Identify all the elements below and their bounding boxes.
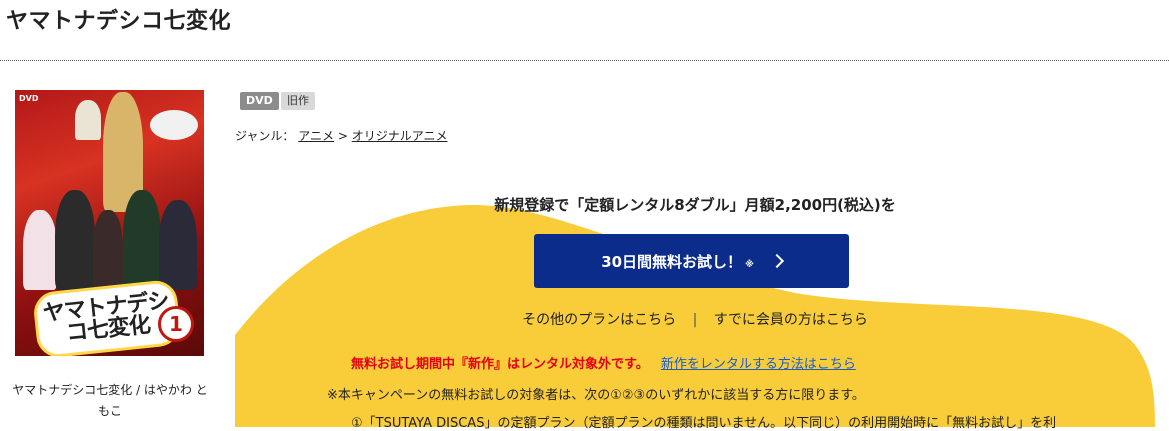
genre-separator: > [337, 129, 348, 143]
campaign-eligibility-note: ※本キャンペーンの無料お試しの対象者は、次の①②③のいずれかに該当する方に限りま… [327, 388, 865, 403]
genre-link-original-anime[interactable]: オリジナルアニメ [352, 129, 448, 143]
genre-link-anime[interactable]: アニメ [298, 129, 334, 143]
page-title: ヤマトナデシコ七変化 [6, 9, 232, 34]
other-plans-link[interactable]: その他のプランはこちら [522, 312, 676, 328]
existing-member-link[interactable]: すでに会員の方はこちら [714, 312, 868, 328]
genre-label: ジャンル： [235, 129, 295, 143]
release-badge-old: 旧作 [281, 92, 315, 110]
new-release-rental-link[interactable]: 新作をレンタルする方法はこちら [661, 357, 856, 372]
cover-character [75, 100, 101, 140]
link-separator: | [692, 312, 698, 328]
free-trial-label: 30日間無料お試し！ [601, 252, 743, 271]
chevron-right-icon [769, 253, 784, 269]
promo-headline: 新規登録で「定額レンタル8ダブル」月額2,200円(税込)を [494, 196, 896, 214]
plan-links: その他のプランはこちら | すでに会員の方はこちら [235, 309, 1155, 329]
free-trial-note-mark: ※ [745, 260, 754, 270]
cover-character [123, 190, 161, 290]
cover-image[interactable]: DVD ヤマトナデシコ七変化 1 [15, 90, 204, 356]
free-trial-button[interactable]: 30日間無料お試し！ ※ [534, 234, 849, 288]
warning-text: 無料お試し期間中『新作』はレンタル対象外です。 [351, 357, 649, 372]
cover-character [159, 200, 197, 290]
cover-character [55, 190, 95, 290]
eligibility-item-1: ①「TSUTAYA DISCAS」の定額プラン（定額プランの種類は問いません。以… [351, 416, 1057, 431]
new-release-warning: 無料お試し期間中『新作』はレンタル対象外です。 新作をレンタルする方法はこちら [351, 353, 856, 372]
genre-breadcrumb: ジャンル： アニメ > オリジナルアニメ [235, 127, 447, 144]
cover-character [150, 110, 198, 140]
cover-volume-number: 1 [158, 306, 194, 342]
product-caption: ヤマトナデシコ七変化 / はやかわ ともこ [12, 383, 208, 418]
media-badge-dvd: DVD [240, 92, 279, 110]
cover-character [93, 210, 123, 290]
cover-dvd-mark: DVD [19, 94, 39, 103]
title-divider [0, 60, 1169, 61]
cover-character [23, 210, 57, 290]
